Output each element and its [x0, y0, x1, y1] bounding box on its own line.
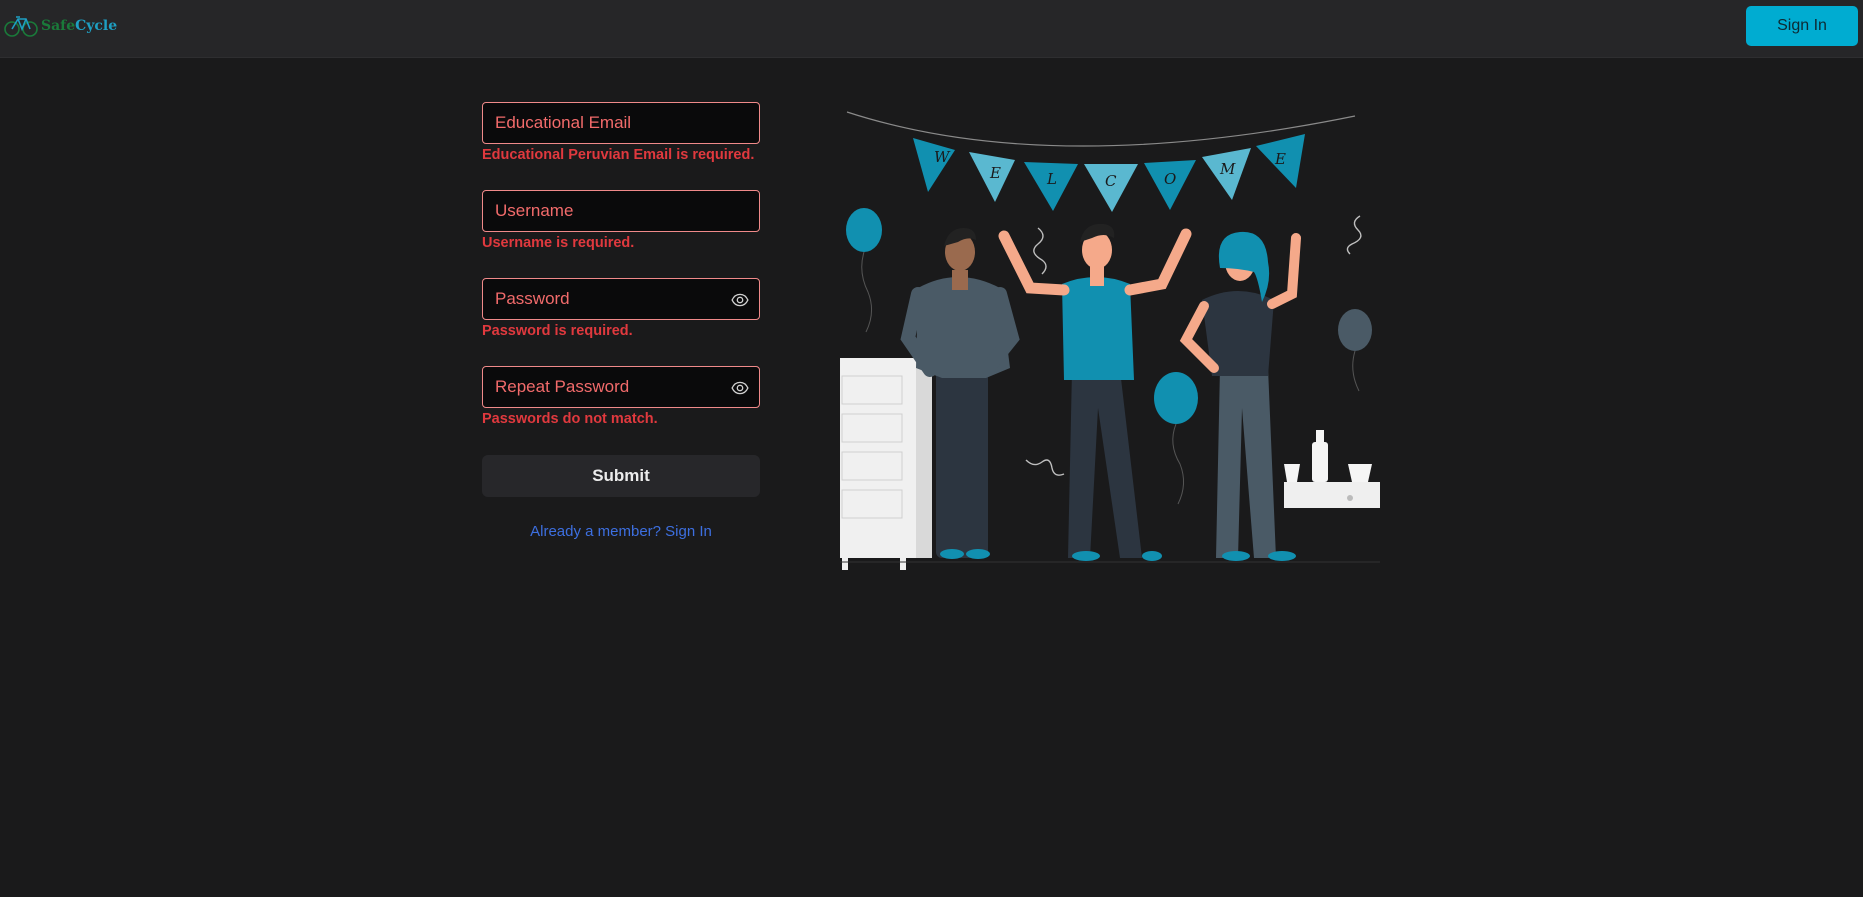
nav-sign-in-button[interactable]: Sign In: [1746, 6, 1858, 46]
navbar: SafeCycle Sign In: [0, 0, 1863, 58]
logo-text: SafeCycle: [41, 18, 118, 34]
password-field-wrapper: [482, 278, 760, 320]
password-input[interactable]: [483, 279, 759, 319]
person-right: [1179, 231, 1301, 561]
balloon-icon: [1338, 309, 1372, 392]
email-field-wrapper: [482, 102, 760, 144]
eye-icon[interactable]: [731, 291, 749, 309]
welcome-illustration: W E L C O M E: [840, 111, 1380, 570]
repeat-password-field-wrapper: [482, 366, 760, 408]
eye-icon[interactable]: [731, 379, 749, 397]
balloon-icon: [1154, 372, 1198, 505]
balloon-icon: [846, 208, 882, 333]
bicycle-icon: [4, 16, 38, 37]
password-error: Password is required.: [482, 323, 633, 339]
banner-letter: O: [1164, 170, 1176, 188]
repeat-password-input[interactable]: [483, 367, 759, 407]
logo[interactable]: SafeCycle: [4, 12, 117, 40]
banner-letter: M: [1219, 160, 1236, 178]
submit-button[interactable]: Submit: [482, 455, 760, 497]
banner-letter: L: [1046, 170, 1057, 188]
signup-form: Educational Peruvian Email is required. …: [482, 102, 760, 428]
username-field-wrapper: [482, 190, 760, 232]
drinks-table: [1284, 430, 1380, 508]
username-error: Username is required.: [482, 235, 635, 251]
banner-letter: E: [1274, 150, 1286, 168]
email-error: Educational Peruvian Email is required.: [482, 147, 755, 163]
sign-in-link[interactable]: Already a member? Sign In: [482, 523, 760, 540]
email-input[interactable]: [483, 103, 759, 143]
cabinet: [840, 358, 932, 570]
banner-letter: C: [1105, 172, 1117, 190]
username-input[interactable]: [483, 191, 759, 231]
banner-letter: E: [989, 164, 1001, 182]
banner-letter: W: [934, 148, 951, 166]
repeat-password-error: Passwords do not match.: [482, 411, 658, 427]
